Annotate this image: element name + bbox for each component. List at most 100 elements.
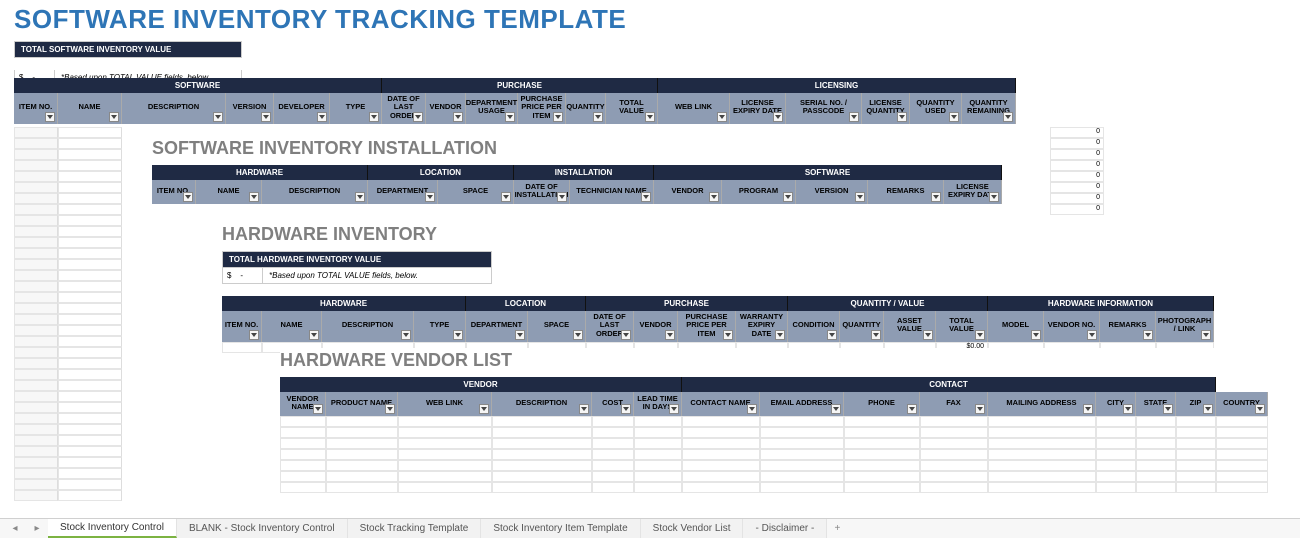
filter-dropdown-icon[interactable] — [783, 192, 793, 202]
table-cell[interactable] — [682, 416, 760, 427]
table-cell[interactable] — [920, 427, 988, 438]
table-cell[interactable] — [682, 449, 760, 460]
column-header[interactable]: DEPARTMENT — [466, 311, 528, 342]
column-header[interactable]: SERIAL NO. / PASSCODE — [786, 93, 862, 124]
table-cell[interactable] — [14, 127, 58, 138]
column-header[interactable]: STATE — [1136, 392, 1176, 416]
filter-dropdown-icon[interactable] — [1123, 404, 1133, 414]
column-header[interactable]: NAME — [58, 93, 122, 124]
table-cell[interactable] — [58, 490, 122, 501]
table-cell[interactable] — [398, 449, 492, 460]
table-cell[interactable] — [58, 171, 122, 182]
column-header[interactable]: LEAD TIME IN DAYS — [634, 392, 682, 416]
table-cell[interactable] — [58, 259, 122, 270]
table-cell[interactable] — [14, 171, 58, 182]
column-header[interactable]: TECHNICIAN NAME — [570, 180, 654, 204]
filter-dropdown-icon[interactable] — [855, 192, 865, 202]
table-cell[interactable] — [988, 482, 1096, 493]
filter-dropdown-icon[interactable] — [849, 112, 859, 122]
table-cell[interactable] — [58, 435, 122, 446]
table-cell[interactable] — [326, 482, 398, 493]
column-header[interactable]: DESCRIPTION — [262, 180, 368, 204]
column-header[interactable]: NAME — [262, 311, 322, 342]
table-cell[interactable] — [398, 427, 492, 438]
table-cell[interactable] — [634, 438, 682, 449]
table-cell[interactable] — [58, 270, 122, 281]
table-cell[interactable] — [492, 427, 592, 438]
table-cell[interactable] — [58, 182, 122, 193]
table-cell[interactable] — [326, 471, 398, 482]
filter-dropdown-icon[interactable] — [249, 192, 259, 202]
table-cell[interactable] — [1176, 460, 1216, 471]
column-header[interactable]: WEB LINK — [658, 93, 730, 124]
table-cell[interactable] — [1216, 416, 1268, 427]
qty-remaining-cell[interactable]: 0 — [1050, 193, 1104, 204]
table-cell[interactable] — [14, 424, 58, 435]
table-cell[interactable] — [398, 460, 492, 471]
table-cell[interactable] — [592, 471, 634, 482]
table-cell[interactable] — [14, 347, 58, 358]
qty-remaining-cell[interactable]: 0 — [1050, 182, 1104, 193]
table-cell[interactable] — [844, 438, 920, 449]
table-cell[interactable] — [1176, 482, 1216, 493]
column-header[interactable]: TYPE — [414, 311, 466, 342]
column-header[interactable]: FAX — [920, 392, 988, 416]
table-cell[interactable] — [760, 449, 844, 460]
table-cell[interactable] — [14, 336, 58, 347]
table-cell[interactable] — [14, 402, 58, 413]
table-cell[interactable] — [844, 449, 920, 460]
table-cell[interactable] — [492, 438, 592, 449]
column-header[interactable]: TYPE — [330, 93, 382, 124]
table-cell[interactable] — [58, 303, 122, 314]
tab-nav-next[interactable]: ▸ — [26, 519, 48, 538]
filter-dropdown-icon[interactable] — [747, 404, 757, 414]
filter-dropdown-icon[interactable] — [453, 330, 463, 340]
qty-remaining-cell[interactable]: 0 — [1050, 160, 1104, 171]
column-header[interactable]: DEVELOPER — [274, 93, 330, 124]
column-header[interactable]: WARRANTY EXPIRY DATE — [736, 311, 788, 342]
sheet-tab[interactable]: Stock Inventory Control — [48, 519, 177, 538]
table-cell[interactable] — [14, 226, 58, 237]
column-header[interactable]: WEB LINK — [398, 392, 492, 416]
table-cell[interactable] — [58, 292, 122, 303]
table-cell[interactable] — [1216, 471, 1268, 482]
column-header[interactable]: PROGRAM — [722, 180, 796, 204]
column-header[interactable]: PHONE — [844, 392, 920, 416]
table-cell[interactable] — [58, 479, 122, 490]
column-header[interactable]: ITEM NO. — [152, 180, 196, 204]
table-cell[interactable] — [398, 416, 492, 427]
table-cell[interactable] — [634, 427, 682, 438]
table-cell[interactable] — [1216, 449, 1268, 460]
table-cell[interactable] — [14, 270, 58, 281]
table-cell[interactable] — [58, 336, 122, 347]
table-cell[interactable] — [592, 482, 634, 493]
table-cell[interactable] — [592, 427, 634, 438]
filter-dropdown-icon[interactable] — [453, 112, 463, 122]
column-header[interactable]: MAILING ADDRESS — [988, 392, 1096, 416]
filter-dropdown-icon[interactable] — [669, 404, 679, 414]
table-cell[interactable] — [1176, 427, 1216, 438]
table-cell[interactable] — [58, 424, 122, 435]
filter-dropdown-icon[interactable] — [665, 330, 675, 340]
table-cell[interactable] — [1176, 416, 1216, 427]
table-cell[interactable] — [1136, 460, 1176, 471]
table-cell[interactable] — [398, 438, 492, 449]
table-cell[interactable] — [634, 460, 682, 471]
table-cell[interactable] — [326, 427, 398, 438]
column-header[interactable]: SPACE — [438, 180, 514, 204]
filter-dropdown-icon[interactable] — [975, 330, 985, 340]
filter-dropdown-icon[interactable] — [413, 112, 423, 122]
table-cell[interactable] — [988, 460, 1096, 471]
table-cell[interactable] — [492, 471, 592, 482]
filter-dropdown-icon[interactable] — [501, 192, 511, 202]
tab-nav-prev[interactable]: ◂ — [4, 519, 26, 538]
table-cell[interactable] — [14, 358, 58, 369]
column-header[interactable]: DESCRIPTION — [492, 392, 592, 416]
table-cell[interactable] — [58, 413, 122, 424]
table-cell[interactable] — [58, 160, 122, 171]
table-cell[interactable] — [14, 446, 58, 457]
qty-remaining-cell[interactable]: 0 — [1050, 138, 1104, 149]
table-cell[interactable] — [58, 457, 122, 468]
column-header[interactable]: QUANTITY — [840, 311, 884, 342]
filter-dropdown-icon[interactable] — [931, 192, 941, 202]
